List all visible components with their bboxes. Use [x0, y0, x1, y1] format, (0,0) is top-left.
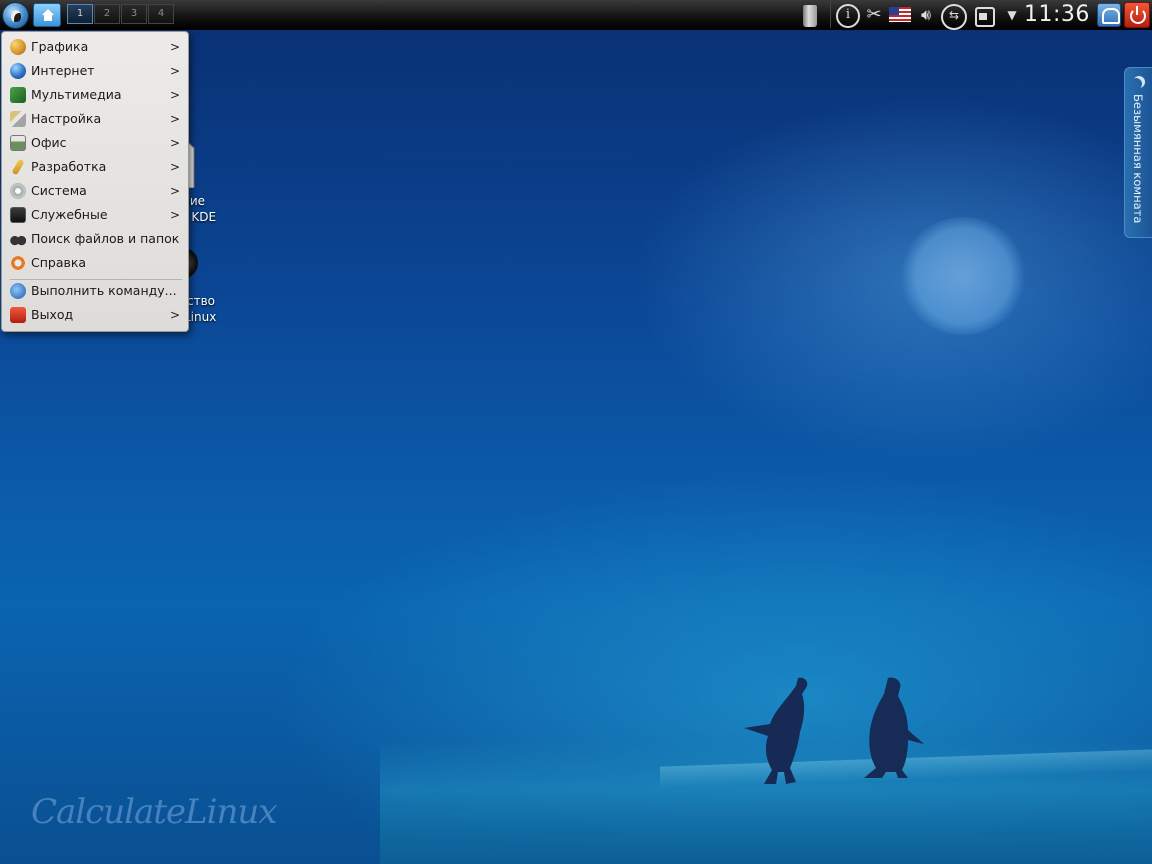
- system-icon: [10, 183, 26, 199]
- menu-item-label: Интернет: [31, 63, 95, 78]
- system-tray: ✂ 🔊︎ ▼ 11:36: [800, 0, 1152, 30]
- menu-item-label: Настройка: [31, 111, 102, 126]
- chevron-right-icon: >: [170, 136, 181, 150]
- multimedia-icon: [10, 87, 26, 103]
- top-panel: 1 2 3 4 ✂ 🔊︎ ▼ 11:36: [0, 0, 1152, 30]
- activity-side-tab[interactable]: Безымянная комната: [1124, 67, 1152, 238]
- chevron-right-icon: >: [170, 112, 181, 126]
- binoculars-icon: [10, 231, 26, 247]
- pager-desktop-1[interactable]: 1: [67, 4, 93, 24]
- menu-item-label: Справка: [31, 255, 87, 270]
- penguin-right-image: [864, 677, 924, 778]
- menu-item-label: Выполнить команду...: [31, 283, 177, 298]
- menu-item-label: Офис: [31, 135, 67, 150]
- menu-item-utilities[interactable]: Служебные >: [6, 204, 186, 226]
- menu-item-find-files[interactable]: Поиск файлов и папок: [6, 228, 186, 250]
- pager-desktop-3[interactable]: 3: [121, 4, 147, 24]
- lock-screen-icon[interactable]: [1097, 3, 1121, 27]
- scissors-icon[interactable]: ✂: [864, 3, 884, 27]
- us-flag-icon[interactable]: [889, 7, 911, 22]
- menu-item-graphics[interactable]: Графика >: [6, 36, 186, 58]
- chevron-right-icon: >: [170, 184, 181, 198]
- chevron-right-icon: >: [170, 208, 181, 222]
- printer-icon[interactable]: [972, 3, 995, 27]
- usb-icon[interactable]: [940, 3, 967, 30]
- menu-item-label: Мультимедиа: [31, 87, 122, 102]
- moon-icon: [1133, 76, 1145, 88]
- arrow-down-icon[interactable]: ▼: [1004, 3, 1020, 27]
- chevron-right-icon: >: [170, 88, 181, 102]
- menu-item-label: Поиск файлов и папок: [31, 231, 180, 246]
- menu-item-development[interactable]: Разработка >: [6, 156, 186, 178]
- chevron-right-icon: >: [170, 308, 181, 322]
- graphics-icon: [10, 39, 26, 55]
- menu-item-label: Графика: [31, 39, 89, 54]
- logout-icon[interactable]: [1124, 2, 1150, 28]
- chevron-right-icon: >: [170, 40, 181, 54]
- exit-icon: [10, 307, 26, 323]
- office-icon: [10, 135, 26, 151]
- trash-icon[interactable]: [800, 3, 820, 27]
- settings-icon: [10, 111, 26, 127]
- desktop-pager: 1 2 3 4: [67, 4, 174, 24]
- calculate-linux-brand: CalculateLinux: [31, 792, 277, 832]
- activity-name: Безымянная комната: [1131, 94, 1145, 224]
- pager-desktop-4[interactable]: 4: [148, 4, 174, 24]
- menu-item-run-command[interactable]: Выполнить команду...: [6, 280, 186, 302]
- info-icon[interactable]: [835, 3, 860, 28]
- home-icon[interactable]: [33, 3, 61, 27]
- menu-item-help[interactable]: Справка: [6, 252, 186, 274]
- menu-item-system[interactable]: Система >: [6, 180, 186, 202]
- pager-desktop-2[interactable]: 2: [94, 4, 120, 24]
- menu-item-exit[interactable]: Выход >: [6, 304, 186, 326]
- application-menu: Графика > Интернет > Мультимедиа > Настр…: [1, 31, 189, 332]
- utilities-icon: [10, 207, 26, 223]
- menu-item-label: Служебные: [31, 207, 108, 222]
- desktop-icon-label: ство: [187, 294, 216, 308]
- menu-item-label: Разработка: [31, 159, 107, 174]
- penguin-left-image: [744, 677, 808, 784]
- menu-item-multimedia[interactable]: Мультимедиа >: [6, 84, 186, 106]
- chevron-right-icon: >: [170, 160, 181, 174]
- help-icon: [10, 255, 26, 271]
- menu-item-internet[interactable]: Интернет >: [6, 60, 186, 82]
- clock[interactable]: 11:36: [1024, 0, 1090, 30]
- wallpaper-moon: [900, 217, 1026, 335]
- menu-item-office[interactable]: Офис >: [6, 132, 186, 154]
- menu-item-label: Выход: [31, 307, 74, 322]
- tray-separator: [830, 2, 831, 28]
- menu-item-settings[interactable]: Настройка >: [6, 108, 186, 130]
- chevron-right-icon: >: [170, 64, 181, 78]
- kmenu-icon[interactable]: [2, 2, 29, 29]
- run-icon: [10, 283, 26, 299]
- menu-item-label: Система: [31, 183, 87, 198]
- volume-icon[interactable]: 🔊︎: [916, 3, 936, 27]
- globe-icon: [10, 63, 26, 79]
- development-icon: [11, 158, 25, 176]
